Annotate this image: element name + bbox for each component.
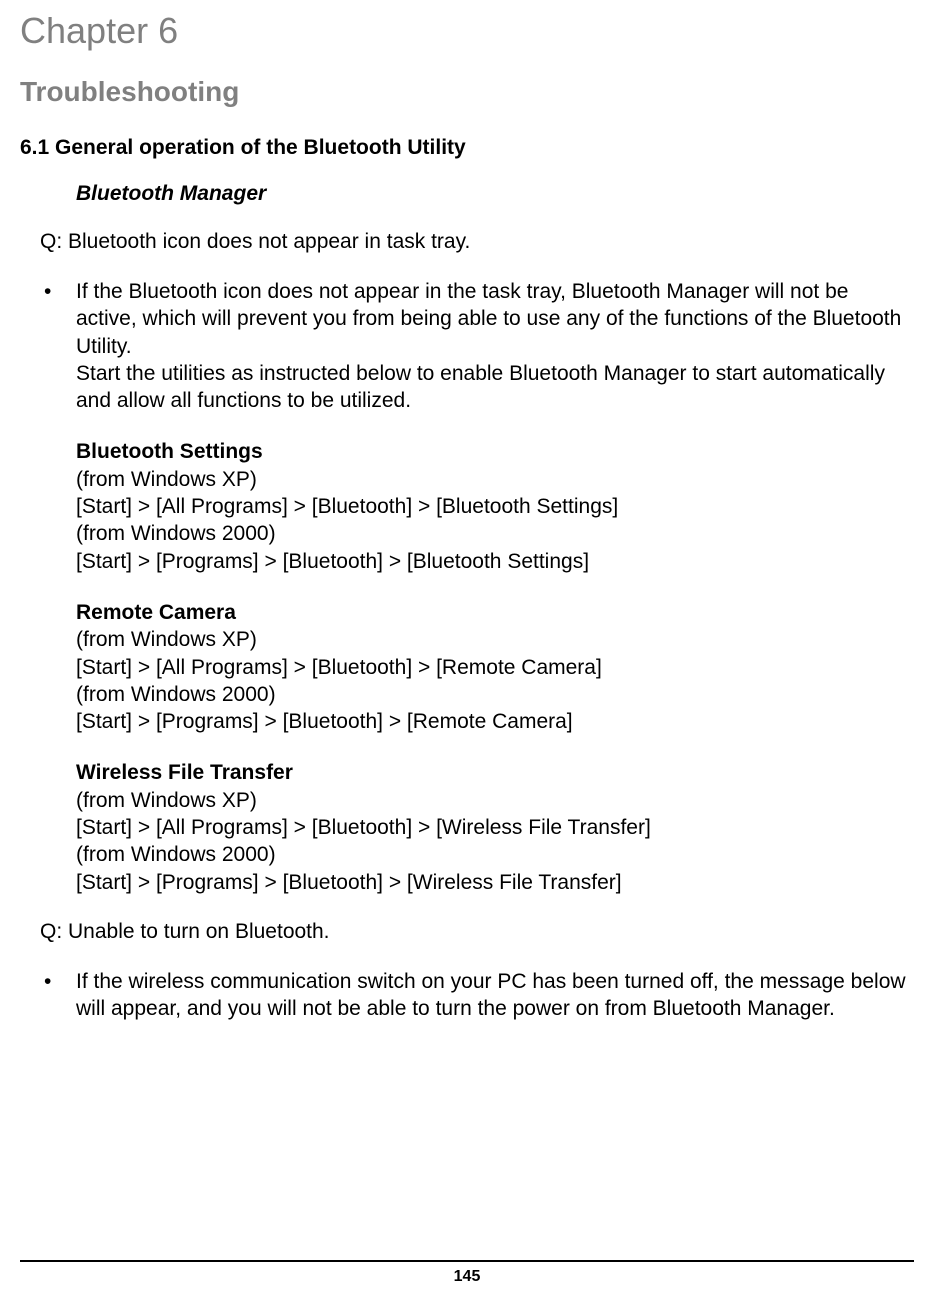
camera-w2k-path: [Start] > [Programs] > [Bluetooth] > [Re… [76, 708, 914, 735]
camera-xp-path: [Start] > [All Programs] > [Bluetooth] >… [76, 654, 914, 681]
footer-divider [20, 1260, 914, 1262]
wft-title: Wireless File Transfer [76, 759, 914, 786]
question-1: Q: Bluetooth icon does not appear in tas… [40, 230, 914, 254]
wft-w2k-path: [Start] > [Programs] > [Bluetooth] > [Wi… [76, 869, 914, 896]
bullet-1-para-2: Start the utilities as instructed below … [76, 360, 914, 415]
settings-w2k-label: (from Windows 2000) [76, 520, 914, 547]
camera-xp-label: (from Windows XP) [76, 626, 914, 653]
settings-xp-path: [Start] > [All Programs] > [Bluetooth] >… [76, 493, 914, 520]
bluetooth-settings-group: Bluetooth Settings (from Windows XP) [St… [76, 438, 914, 574]
settings-xp-label: (from Windows XP) [76, 466, 914, 493]
bullet-dot-icon: • [40, 968, 76, 1023]
bluetooth-settings-title: Bluetooth Settings [76, 438, 914, 465]
document-page: Chapter 6 Troubleshooting 6.1 General op… [0, 0, 934, 1306]
wft-xp-path: [Start] > [All Programs] > [Bluetooth] >… [76, 814, 914, 841]
section-title: Troubleshooting [20, 76, 914, 108]
bullet-content-1: If the Bluetooth icon does not appear in… [76, 278, 914, 896]
chapter-title: Chapter 6 [20, 10, 914, 52]
subsection-heading: 6.1 General operation of the Bluetooth U… [20, 136, 914, 160]
bullet-dot-icon: • [40, 278, 76, 896]
page-number: 145 [20, 1268, 914, 1286]
bluetooth-manager-heading: Bluetooth Manager [76, 182, 914, 206]
remote-camera-title: Remote Camera [76, 599, 914, 626]
bullet-1-para-1: If the Bluetooth icon does not appear in… [76, 278, 914, 360]
wft-w2k-label: (from Windows 2000) [76, 841, 914, 868]
remote-camera-group: Remote Camera (from Windows XP) [Start] … [76, 599, 914, 735]
bullet-item-1: • If the Bluetooth icon does not appear … [40, 278, 914, 896]
camera-w2k-label: (from Windows 2000) [76, 681, 914, 708]
bullet-2-para-1: If the wireless communication switch on … [76, 968, 914, 1023]
wireless-file-transfer-group: Wireless File Transfer (from Windows XP)… [76, 759, 914, 895]
wft-xp-label: (from Windows XP) [76, 787, 914, 814]
settings-w2k-path: [Start] > [Programs] > [Bluetooth] > [Bl… [76, 548, 914, 575]
bullet-item-2: • If the wireless communication switch o… [40, 968, 914, 1023]
bullet-content-2: If the wireless communication switch on … [76, 968, 914, 1023]
question-2: Q: Unable to turn on Bluetooth. [40, 920, 914, 944]
page-footer: 145 [20, 1260, 914, 1286]
